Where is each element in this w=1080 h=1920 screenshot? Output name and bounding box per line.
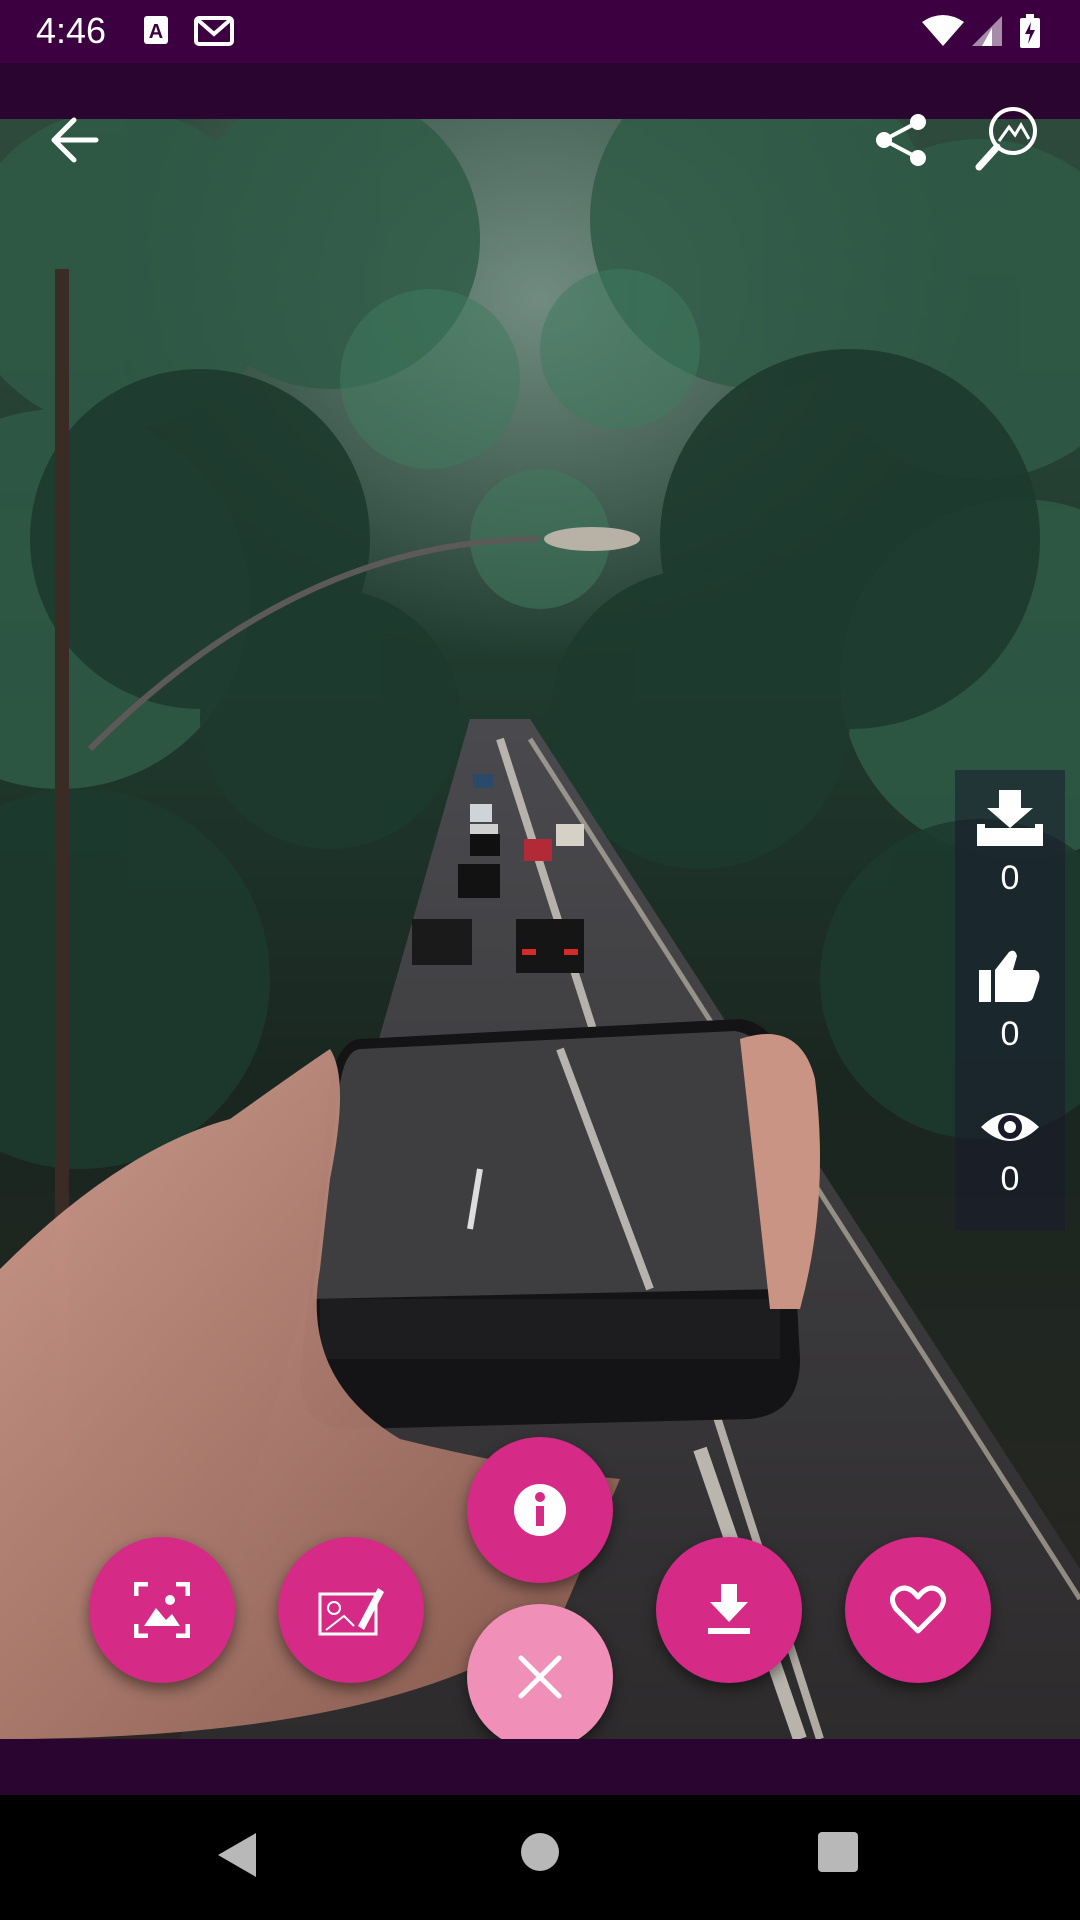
a-font-icon: A <box>144 16 168 44</box>
share-icon <box>876 114 926 166</box>
image-search-button[interactable] <box>966 100 1046 180</box>
arrow-left-icon <box>51 117 99 163</box>
download-icon <box>708 1584 750 1634</box>
edit-image-button[interactable] <box>278 1537 424 1683</box>
nav-recents-icon[interactable] <box>818 1832 858 1872</box>
nav-home-icon[interactable] <box>519 1831 561 1873</box>
eye-icon <box>981 1113 1039 1141</box>
likes-count: 0 <box>1000 1015 1020 1053</box>
favorite-button[interactable] <box>845 1537 991 1683</box>
heart-icon <box>890 1585 946 1634</box>
system-nav-bar <box>0 1795 1080 1920</box>
downloads-stat: 0 <box>955 790 1065 898</box>
image-search-icon <box>975 107 1037 171</box>
close-icon <box>518 1655 562 1699</box>
download-tray-icon <box>977 790 1043 846</box>
close-menu-button[interactable] <box>467 1604 613 1750</box>
views-stat: 0 <box>955 1105 1065 1199</box>
nav-back-icon[interactable] <box>216 1831 258 1879</box>
likes-stat: 0 <box>955 948 1065 1054</box>
bottom-bar-background <box>0 1739 1080 1795</box>
info-icon <box>514 1484 566 1536</box>
edit-image-icon <box>318 1588 384 1636</box>
share-button[interactable] <box>862 100 942 180</box>
info-button[interactable] <box>467 1437 613 1583</box>
wallpaper-icon <box>134 1582 190 1638</box>
download-button[interactable] <box>656 1537 802 1683</box>
svg-text:A: A <box>149 21 163 43</box>
battery-icon <box>1020 14 1040 48</box>
gmail-icon <box>194 16 234 46</box>
status-time: 4:46 <box>36 10 107 51</box>
downloads-count: 0 <box>1000 859 1020 897</box>
set-wallpaper-button[interactable] <box>89 1537 235 1683</box>
status-bar: 4:46 A <box>0 0 1080 63</box>
stats-panel: 0 0 0 <box>955 770 1065 1230</box>
thumbs-up-icon <box>979 950 1040 1002</box>
signal-icon <box>972 16 1002 46</box>
wifi-icon <box>922 15 964 46</box>
back-button[interactable] <box>34 100 114 180</box>
views-count: 0 <box>1000 1160 1020 1198</box>
